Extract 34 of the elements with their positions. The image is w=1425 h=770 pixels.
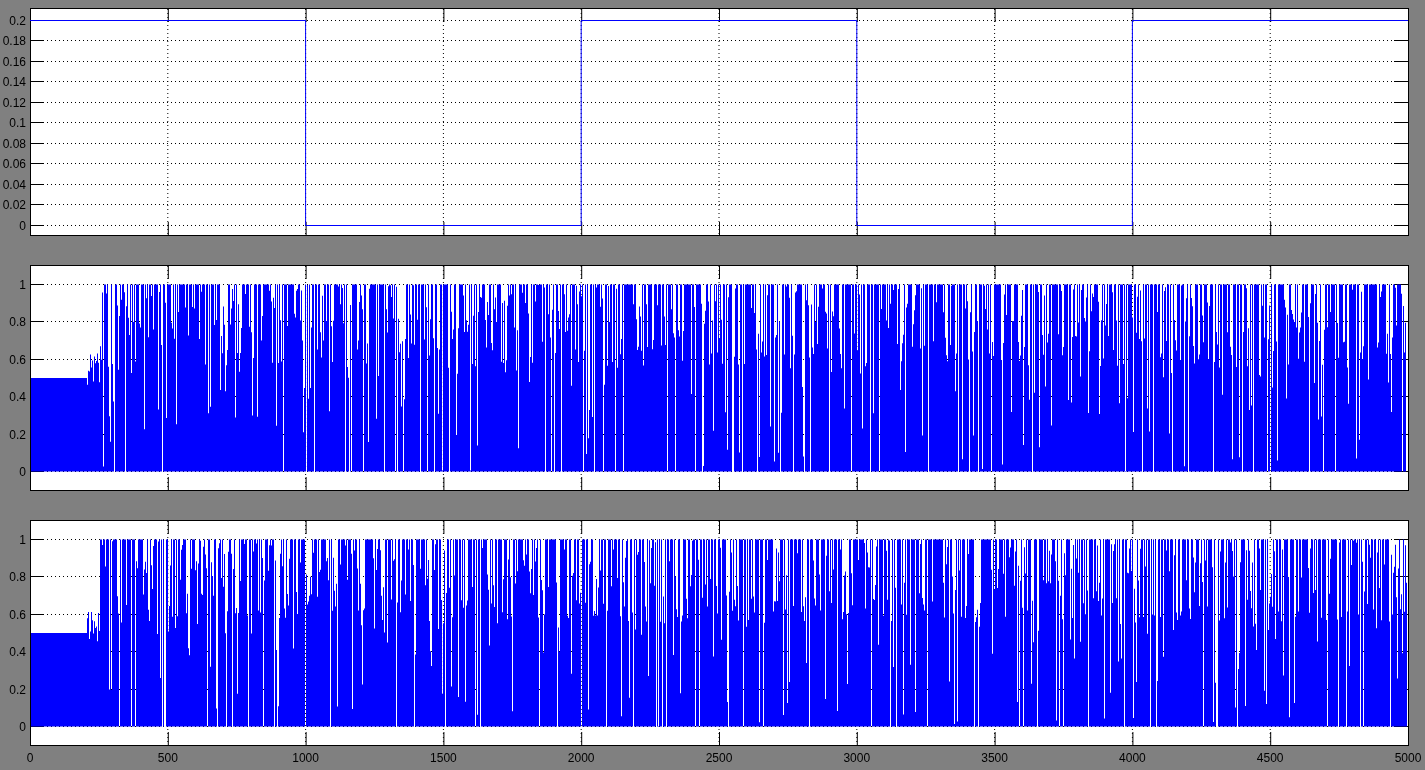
tick-label: 0.2	[9, 13, 26, 28]
tick-label: 1	[19, 532, 26, 547]
tick-label: 0	[19, 464, 26, 479]
tick-label: 0.8	[9, 569, 26, 584]
tick-label: 2000	[567, 751, 595, 765]
tick-label: 0.6	[9, 352, 26, 367]
tick-label: 0.06	[2, 156, 26, 171]
tick-label: 4000	[1119, 751, 1146, 765]
tick-label: 0	[26, 751, 34, 765]
tick-label: 0.12	[2, 95, 26, 110]
tick-label: 1500	[430, 751, 457, 765]
tick-label: 2500	[705, 751, 733, 765]
tick-label: 1	[19, 277, 26, 292]
tick-label: 0.8	[9, 314, 26, 329]
tick-label: 500	[157, 751, 178, 765]
tick-label: 0.1	[9, 115, 26, 130]
tick-label: 0.14	[2, 74, 26, 89]
tick-label: 0.02	[2, 197, 26, 212]
tick-label: 0.4	[9, 389, 26, 404]
tick-label: 5000	[1394, 751, 1422, 765]
tick-label: 3500	[981, 751, 1008, 765]
tick-label: 0.6	[9, 607, 26, 622]
tick-label: 0.08	[2, 136, 26, 151]
tick-label: 0.2	[9, 682, 26, 697]
tick-label: 0.4	[9, 644, 26, 659]
tick-label: 0.18	[2, 33, 26, 48]
tick-label: 0.2	[9, 427, 26, 442]
tick-label: 0.16	[2, 54, 26, 69]
tick-label: 0	[19, 218, 26, 233]
tick-label: 0	[19, 719, 26, 734]
tick-label: 0.04	[2, 177, 26, 192]
tick-label: 4500	[1256, 751, 1284, 765]
tick-label: 1000	[292, 751, 319, 765]
tick-label: 3000	[843, 751, 871, 765]
